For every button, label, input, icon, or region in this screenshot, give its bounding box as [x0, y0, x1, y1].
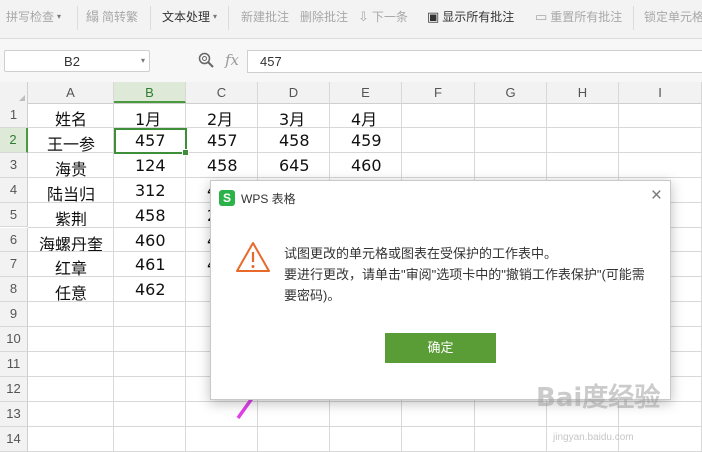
protection-warning-dialog: S WPS 表格 × 试图更改的单元格或图表在受保护的工作表中。 要进行更改，请… [210, 180, 671, 400]
ok-button[interactable]: 确定 [385, 333, 496, 363]
dialog-message-line1: 试图更改的单元格或图表在受保护的工作表中。 [284, 246, 558, 261]
dialog-message-line2: 要进行更改，请单击"审阅"选项卡中的"撤销工作表保护"(可能需要密码)。 [284, 267, 645, 303]
dialog-title-bar: S WPS 表格 [219, 188, 296, 208]
watermark-url: jingyan.baidu.com [553, 432, 634, 443]
wps-app-icon: S [219, 190, 235, 206]
close-icon[interactable]: × [651, 186, 662, 206]
warning-icon [236, 242, 270, 272]
dialog-title: WPS 表格 [241, 191, 296, 206]
baidu-watermark: Bai度经验 [536, 383, 661, 413]
